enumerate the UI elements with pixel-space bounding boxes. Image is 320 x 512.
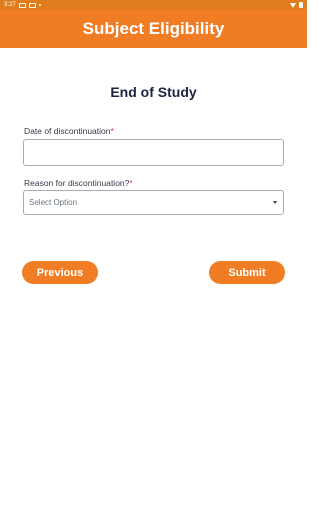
date-of-discontinuation-label: Date of discontinuation* bbox=[24, 126, 114, 136]
reason-select-value: Select Option bbox=[29, 198, 78, 207]
required-marker: * bbox=[129, 178, 133, 188]
date-of-discontinuation-input[interactable] bbox=[23, 139, 284, 166]
page-title: Subject Eligibility bbox=[82, 19, 225, 38]
submit-button[interactable]: Submit bbox=[209, 261, 285, 284]
reason-label-text: Reason for discontinuation? bbox=[24, 178, 130, 188]
app-bar: Subject Eligibility bbox=[0, 10, 307, 48]
section-title: End of Study bbox=[110, 84, 197, 100]
battery-icon bbox=[299, 2, 303, 8]
notification-icon bbox=[18, 2, 26, 8]
status-time: 3:27 bbox=[4, 2, 16, 8]
wifi-icon bbox=[290, 2, 296, 8]
more-notifications-icon bbox=[38, 4, 41, 6]
date-label-text: Date of discontinuation bbox=[24, 126, 111, 136]
dropdown-arrow-icon bbox=[273, 201, 277, 204]
reason-select[interactable]: Select Option bbox=[23, 190, 284, 215]
notification-icon-2 bbox=[28, 2, 36, 8]
required-marker: * bbox=[110, 126, 114, 136]
previous-button[interactable]: Previous bbox=[22, 261, 98, 284]
status-bar: 3:27 bbox=[0, 0, 307, 10]
reason-for-discontinuation-label: Reason for discontinuation?* bbox=[24, 178, 133, 188]
